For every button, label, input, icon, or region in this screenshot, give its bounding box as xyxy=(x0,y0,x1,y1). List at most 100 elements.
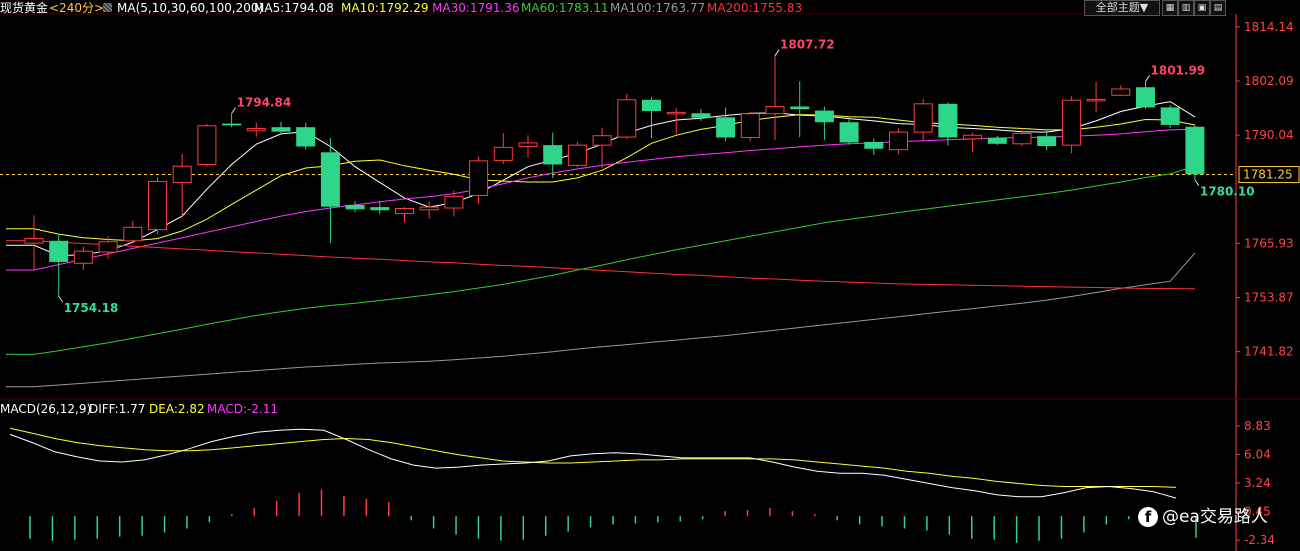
candle xyxy=(642,97,661,139)
tool-button-2-icon[interactable]: ▥ xyxy=(1178,0,1194,16)
candle-body-up xyxy=(73,250,93,264)
ma200-value: MA200:1755.83 xyxy=(707,1,803,15)
tool-button-1-icon[interactable]: ▦ xyxy=(1162,0,1178,16)
macd-label[interactable]: MACD(26,12,9) xyxy=(0,402,91,417)
candle-body-down xyxy=(1160,107,1180,125)
candle-body-down xyxy=(987,137,1007,144)
candle-body-down xyxy=(1185,126,1205,175)
period-label[interactable]: <240分> xyxy=(49,1,104,16)
macd-diff-line xyxy=(9,428,1177,499)
macd-dea-value: DEA:2.82 xyxy=(149,402,205,416)
price-tick-label: 1814.14 xyxy=(1244,20,1294,34)
candle xyxy=(1185,125,1205,180)
candle-body-down xyxy=(716,117,736,138)
candle-body-up xyxy=(395,207,414,214)
theme-selector-button[interactable]: 全部主题▼ xyxy=(1084,0,1160,16)
candle xyxy=(567,142,587,168)
candle xyxy=(49,234,69,297)
annotation-leader xyxy=(774,49,780,56)
candle-body-down xyxy=(1136,87,1155,108)
tool-button-3-icon[interactable]: ▣ xyxy=(1194,0,1210,16)
facebook-logo-icon: f xyxy=(1138,507,1158,527)
candle xyxy=(765,55,785,141)
candle xyxy=(395,207,414,223)
symbol-name[interactable]: 现货黄金 xyxy=(0,1,48,16)
ma-label[interactable]: MA(5,10,30,60,100,200) xyxy=(117,1,263,16)
candle xyxy=(592,127,612,169)
candle-body-down xyxy=(370,207,390,211)
macd-dea-line xyxy=(9,427,1177,488)
candle-body-up xyxy=(419,206,439,211)
candle xyxy=(148,177,167,235)
candle-body-up xyxy=(592,135,612,146)
price-annotation: 1780.10 xyxy=(1200,185,1255,199)
candle-body-down xyxy=(691,113,711,118)
candle-body-up xyxy=(518,142,538,147)
candle-body-up xyxy=(246,128,266,132)
grid-layer xyxy=(0,13,1300,551)
ma5-value: MA5:1794.08 xyxy=(254,1,334,15)
candle xyxy=(271,121,291,134)
candle-body-up xyxy=(1061,99,1081,146)
candle-body-up xyxy=(889,131,908,151)
ma-settings-icon[interactable] xyxy=(103,3,112,12)
candle-body-up xyxy=(123,226,143,242)
tool-button-4-icon[interactable]: ▤ xyxy=(1210,0,1226,16)
candle xyxy=(493,133,513,165)
candle-body-up xyxy=(469,160,489,196)
current-price-label: 1781.25 xyxy=(1243,168,1293,182)
price-annotation: 1801.99 xyxy=(1151,63,1206,77)
price-tick-label: 1765.93 xyxy=(1244,236,1294,250)
candle-body-down xyxy=(345,204,365,210)
price-annotation: 1807.72 xyxy=(780,38,835,52)
indicator-header: 现货黄金 <240分> MA(5,10,30,60,100,200) MA5:1… xyxy=(0,0,1236,17)
candle-body-down xyxy=(49,240,69,262)
candle-body-down xyxy=(938,103,958,138)
candle-body-up xyxy=(666,111,686,115)
price-annotation: 1754.18 xyxy=(64,301,119,315)
candle xyxy=(790,81,810,138)
macd-tick-label: 8.83 xyxy=(1244,419,1271,433)
candle-body-down xyxy=(1037,136,1057,147)
ma30-value: MA30:1791.36 xyxy=(432,1,520,15)
candle xyxy=(197,124,217,167)
annotation-leader xyxy=(231,107,237,114)
candle-body-down xyxy=(642,99,661,112)
candle xyxy=(73,246,93,270)
ma-line-ma100 xyxy=(6,252,1196,388)
candle xyxy=(370,201,390,215)
candle-body-down xyxy=(271,127,291,132)
candle xyxy=(963,132,983,153)
annotation-leader xyxy=(58,295,64,303)
candle xyxy=(24,215,44,270)
candle-body-down xyxy=(296,127,316,147)
watermark: f @ea交易路人 xyxy=(1138,502,1268,527)
candle xyxy=(1086,81,1106,113)
candle xyxy=(814,106,834,141)
candle xyxy=(320,137,340,244)
macd-tick-label: 3.24 xyxy=(1244,476,1271,490)
chart-canvas: 1754.18 1794.84 1807.72 1801.99 1780.10 1814… xyxy=(0,13,1300,551)
ma60-value: MA60:1783.11 xyxy=(521,1,609,15)
candle-body-down xyxy=(814,110,834,123)
candle-body-up xyxy=(24,238,44,244)
candle-body-down xyxy=(543,145,563,165)
candle xyxy=(1061,96,1081,154)
price-tick-label: 1741.82 xyxy=(1244,345,1294,359)
macd-header: MACD(26,12,9) DIFF:1.77 DEA:2.82 MACD:-2… xyxy=(0,402,1236,418)
price-tick-label: 1753.87 xyxy=(1244,291,1294,305)
macd-tick-label: 6.04 xyxy=(1244,447,1271,461)
price-tick-label: 1790.04 xyxy=(1244,128,1294,142)
ma-line-ma200 xyxy=(6,240,1195,290)
candle xyxy=(543,132,563,178)
candle xyxy=(1037,129,1057,151)
candle xyxy=(839,117,859,145)
ma-line-ma60 xyxy=(6,165,1196,355)
candle xyxy=(864,138,884,156)
candle xyxy=(740,111,760,141)
annotation-leader xyxy=(1194,179,1200,187)
candle-body-up xyxy=(963,134,983,140)
candle-body-up xyxy=(617,99,637,138)
candle xyxy=(1111,85,1131,97)
candle xyxy=(1160,105,1180,129)
